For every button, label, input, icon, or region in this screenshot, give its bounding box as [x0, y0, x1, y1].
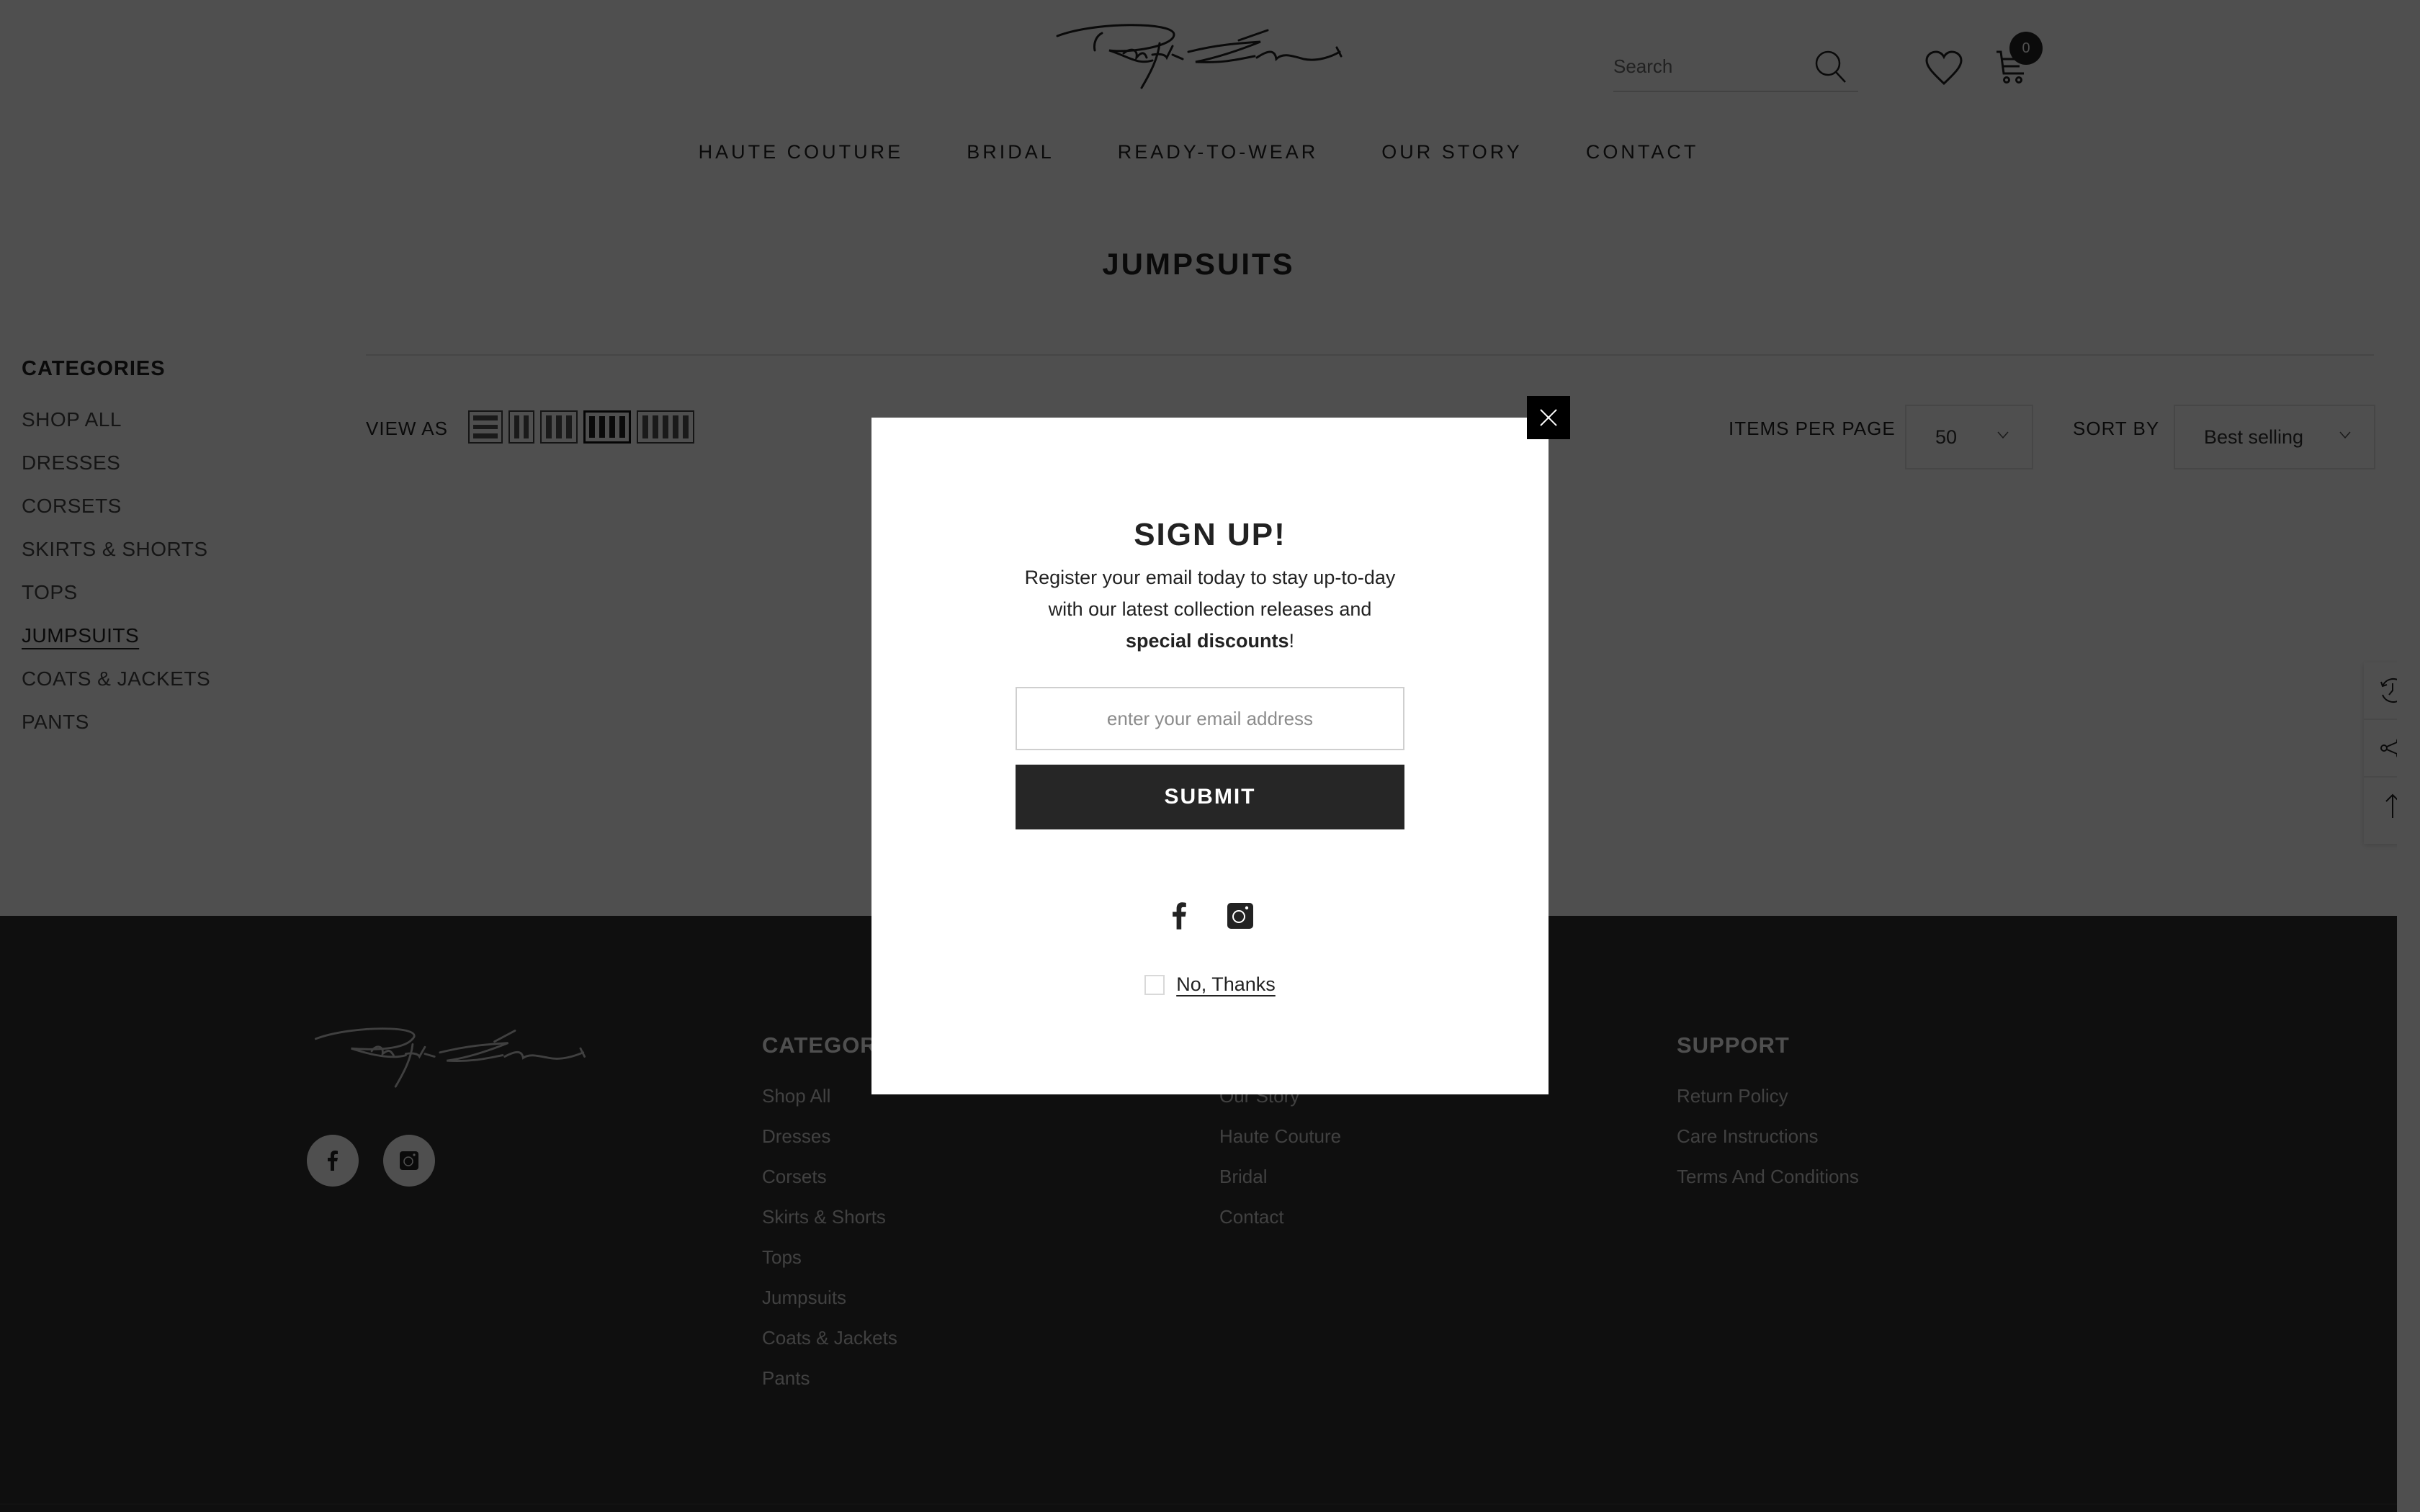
modal-instagram-button[interactable] — [1226, 901, 1255, 930]
no-thanks-row: No, Thanks — [871, 973, 1549, 996]
submit-button[interactable]: SUBMIT — [1016, 765, 1404, 829]
desc-line-2: with our latest collection releases and — [1048, 598, 1372, 620]
desc-bold: special discounts — [1125, 630, 1289, 652]
instagram-icon — [1227, 903, 1253, 929]
facebook-icon — [1173, 902, 1186, 930]
email-input[interactable] — [1016, 687, 1404, 750]
modal-close-button[interactable] — [1527, 396, 1570, 439]
no-thanks-checkbox[interactable] — [1144, 974, 1165, 995]
close-icon — [1540, 409, 1557, 426]
modal-social-links — [871, 901, 1549, 930]
desc-end: ! — [1289, 630, 1295, 652]
modal-description: Register your email today to stay up-to-… — [980, 562, 1440, 657]
modal-facebook-button[interactable] — [1165, 901, 1194, 930]
newsletter-signup-modal: SIGN UP! Register your email today to st… — [871, 418, 1549, 1094]
desc-line-1: Register your email today to stay up-to-… — [1024, 567, 1396, 588]
modal-title: SIGN UP! — [1134, 517, 1286, 552]
no-thanks-link[interactable]: No, Thanks — [1176, 973, 1276, 996]
